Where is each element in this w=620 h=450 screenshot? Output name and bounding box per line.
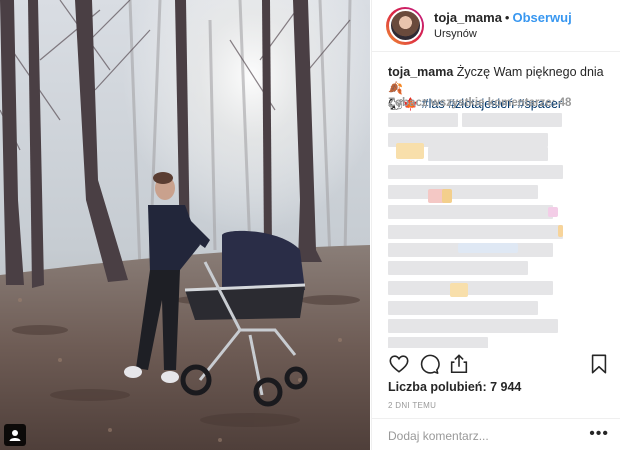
post-actions <box>388 353 608 377</box>
add-comment-section: ••• <box>372 418 620 450</box>
view-all-comments-link[interactable]: Zobacz wszystkie komentarze: 48 <box>388 97 571 109</box>
likes-label: Liczba polubień: <box>388 380 487 394</box>
header-text: toja_mama • Obserwuj Ursynów <box>434 10 572 42</box>
comment-icon <box>420 354 440 374</box>
user-tag-icon[interactable] <box>4 424 26 446</box>
avatar[interactable] <box>388 9 422 42</box>
likes-count[interactable]: Liczba polubień: 7 944 <box>388 380 521 394</box>
like-button[interactable] <box>388 353 410 375</box>
caption-text: Życzę Wam pięknego dnia <box>456 65 604 79</box>
bookmark-icon <box>591 354 607 374</box>
forest-photo <box>0 0 370 450</box>
post-photo[interactable] <box>0 0 370 450</box>
save-button[interactable] <box>588 353 610 375</box>
username-link[interactable]: toja_mama <box>434 10 502 25</box>
comment-button[interactable] <box>418 353 440 375</box>
share-icon <box>450 354 468 374</box>
fallen-leaf-emoji: 🍂 <box>388 81 403 95</box>
person-silhouette-icon <box>9 430 21 441</box>
post-header: toja_mama • Obserwuj Ursynów <box>372 0 620 52</box>
post-sidebar: toja_mama • Obserwuj Ursynów toja_mama Życ… <box>371 0 620 450</box>
share-button[interactable] <box>448 353 470 375</box>
post-timestamp[interactable]: 2 DNI TEMU <box>388 401 436 410</box>
more-options-icon[interactable]: ••• <box>589 425 609 443</box>
caption-username[interactable]: toja_mama <box>388 65 453 79</box>
separator-dot: • <box>504 9 510 25</box>
likes-value: 7 944 <box>490 380 522 394</box>
blurred-comments <box>388 113 563 348</box>
follow-button[interactable]: Obserwuj <box>512 10 571 25</box>
header-row: toja_mama • Obserwuj <box>434 10 572 26</box>
story-ring[interactable] <box>386 6 424 45</box>
heart-icon <box>389 355 409 373</box>
location-link[interactable]: Ursynów <box>434 26 572 42</box>
comment-input[interactable] <box>388 429 578 443</box>
